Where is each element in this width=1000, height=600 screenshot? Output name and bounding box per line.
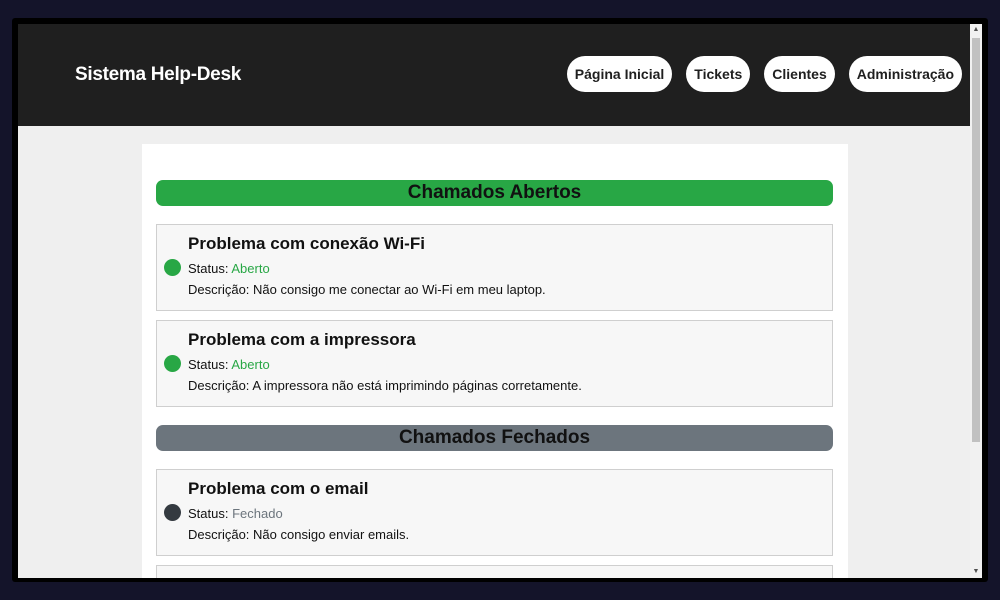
main-nav: Página Inicial Tickets Clientes Administ… [566, 56, 962, 92]
ticket-description: Descrição: Não consigo me conectar ao Wi… [188, 282, 546, 297]
ticket-title: Problema com o email [188, 479, 369, 498]
scroll-down-arrow-icon[interactable]: ▼ [970, 566, 982, 578]
ticket-title: Problema com conexão Wi-Fi [188, 234, 425, 253]
status-dot-icon [164, 259, 181, 276]
ticket-card[interactable]: Problema com conexão Wi-Fi Status: Abert… [156, 224, 833, 311]
description-label: Descrição: [188, 282, 250, 297]
description-label: Descrição: [188, 378, 250, 393]
vertical-scrollbar[interactable]: ▲ ▼ [970, 24, 982, 578]
status-label: Status: [188, 506, 229, 521]
page-viewport: Sistema Help-Desk Página Inicial Tickets… [18, 24, 970, 578]
top-header: Sistema Help-Desk Página Inicial Tickets… [18, 24, 970, 126]
app-title: Sistema Help-Desk [75, 64, 241, 85]
status-dot-icon [164, 355, 181, 372]
nav-tickets-button[interactable]: Tickets [686, 56, 751, 92]
description-label: Descrição: [188, 527, 250, 542]
description-text: Não consigo enviar emails. [253, 527, 410, 542]
ticket-status: Status: Aberto [188, 261, 270, 276]
ticket-description: Descrição: A impressora não está imprimi… [188, 378, 582, 393]
nav-clients-button[interactable]: Clientes [764, 56, 835, 92]
status-value: Aberto [231, 357, 270, 372]
description-text: A impressora não está imprimindo páginas… [252, 378, 582, 393]
ticket-card[interactable]: Problema com a impressora Status: Aberto… [156, 320, 833, 407]
open-tickets-heading: Chamados Abertos [156, 180, 833, 206]
nav-admin-button[interactable]: Administração [848, 56, 962, 92]
main-content: Chamados Abertos Problema com conexão Wi… [142, 144, 848, 578]
status-label: Status: [188, 261, 229, 276]
ticket-status: Status: Aberto [188, 357, 270, 372]
ticket-description: Descrição: Não consigo enviar emails. [188, 527, 409, 542]
scroll-up-arrow-icon[interactable]: ▲ [970, 24, 982, 36]
ticket-card[interactable]: Problema com o email Status: Fechado Des… [156, 469, 833, 556]
status-value: Fechado [232, 506, 283, 521]
ticket-title: Problema com a impressora [188, 330, 416, 349]
description-text: Não consigo me conectar ao Wi-Fi em meu … [253, 282, 546, 297]
status-value: Aberto [231, 261, 270, 276]
status-dot-icon [164, 504, 181, 521]
closed-tickets-heading: Chamados Fechados [156, 425, 833, 451]
ticket-status: Status: Fechado [188, 506, 283, 521]
nav-home-button[interactable]: Página Inicial [566, 56, 673, 92]
ticket-card-partial[interactable] [156, 565, 833, 578]
status-label: Status: [188, 357, 229, 372]
scrollbar-thumb[interactable] [972, 38, 980, 442]
